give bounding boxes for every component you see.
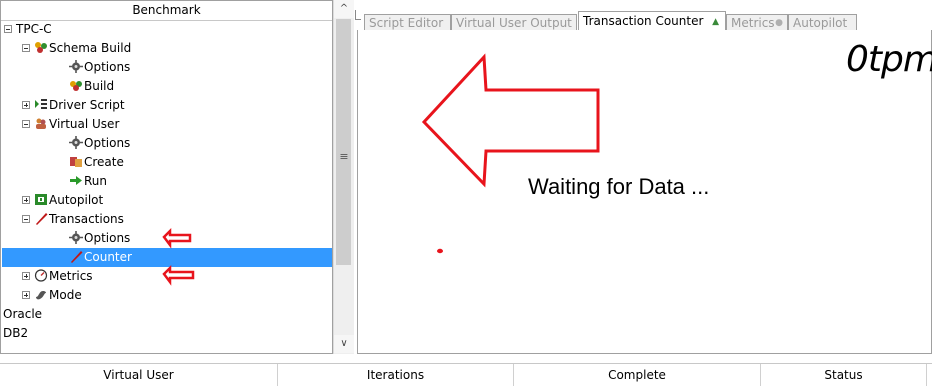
expand-icon[interactable] [22,195,30,204]
tree-item[interactable]: DB2 [1,324,28,343]
column-complete[interactable]: Complete [514,364,761,386]
tab-metrics-label: Metrics [731,16,775,30]
tab-transaction-counter[interactable]: Transaction Counter ▲ [578,11,726,32]
tree-item[interactable]: Autopilot [1,191,103,210]
benchmark-tree-panel: Benchmark TPC-C Schema Build Options Build D… [0,0,333,354]
options-icon [69,229,84,248]
tree-item-label: Metrics [49,269,93,283]
tree-item[interactable]: Counter [2,248,332,267]
scroll-down-arrow-icon[interactable]: ∨ [334,335,354,353]
tab-autopilot[interactable]: Autopilot [788,14,857,31]
tree-item[interactable]: Metrics [1,267,93,286]
tree-item-label: Virtual User [49,117,120,131]
tree-item-label: Autopilot [49,193,104,207]
column-status[interactable]: Status [761,364,927,386]
tree-item-label: Create [84,155,124,169]
tree-item[interactable]: Create [1,153,124,172]
tree-item-label: TPC-C [16,22,52,36]
expand-icon[interactable] [22,271,30,280]
tab-metrics[interactable]: Metrics ● [726,14,788,31]
collapse-icon[interactable] [4,24,12,33]
expand-icon[interactable] [22,290,30,299]
tree-item[interactable]: Options [1,229,130,248]
tab-virtual-user-output[interactable]: Virtual User Output [451,14,577,31]
scroll-grip-icon: ≡ [339,150,349,163]
tree-item-label: Transactions [49,212,124,226]
benchmark-header: Benchmark [1,1,332,21]
column-virtual-user[interactable]: Virtual User [0,364,278,386]
transactions-icon [34,210,49,229]
tree-scrollbar[interactable]: ^ ≡ ∨ [333,0,354,354]
tab-script-editor[interactable]: Script Editor [364,14,451,31]
options-icon [69,58,84,77]
tree-item[interactable]: Options [1,134,130,153]
tree-item-label: Run [84,174,108,188]
options-icon [69,134,84,153]
tree-item-label: Options [84,136,131,150]
tree-item-label: Build [84,79,115,93]
column-iterations[interactable]: Iterations [278,364,514,386]
tree-item[interactable]: Virtual User [1,115,119,134]
tree-item[interactable]: Schema Build [1,39,131,58]
metrics-icon [34,267,49,286]
tree-item-label: Driver Script [49,98,125,112]
tree-item-label: Oracle [3,307,43,321]
run-icon [69,172,84,191]
expand-icon[interactable] [22,100,30,109]
virtual-user-table-header: Virtual User Iterations Complete Status [0,363,932,386]
tree-item[interactable]: Mode [1,286,82,305]
tree-item-label: Mode [49,288,82,302]
driver-script-icon [34,96,49,115]
tab-bar: Script Editor Virtual User Output Transa… [357,10,932,32]
collapse-icon[interactable] [22,119,30,128]
tree-item[interactable]: Run [1,172,107,191]
tree-item-label: Options [84,231,131,245]
tree-item[interactable]: Transactions [1,210,124,229]
tab-transaction-counter-label: Transaction Counter [583,14,704,28]
mode-icon [34,286,49,305]
tree-item[interactable]: Oracle [1,305,42,324]
collapse-icon[interactable] [22,43,30,52]
tree-item[interactable]: TPC-C [1,20,52,39]
schema-build-icon [34,39,49,58]
tree-item-label: Counter [84,250,132,264]
autopilot-icon [34,191,49,210]
collapse-icon[interactable] [22,214,30,223]
tree-item[interactable]: Build [1,77,114,96]
tree-item-label: Schema Build [49,41,132,55]
tpm-readout: 0tpm [846,39,932,80]
create-icon [69,153,84,172]
tree-item-label: DB2 [3,326,29,340]
build-icon [69,77,84,96]
waiting-message: Waiting for Data ... [528,174,710,199]
virtual-user-icon [34,115,49,134]
counter-icon [69,248,84,267]
scroll-up-arrow-icon[interactable]: ^ [334,0,354,18]
tree-item-label: Options [84,60,131,74]
scrollbar-thumb[interactable] [336,19,351,265]
tree-item[interactable]: Driver Script [1,96,125,115]
tree-item[interactable]: Options [1,58,130,77]
